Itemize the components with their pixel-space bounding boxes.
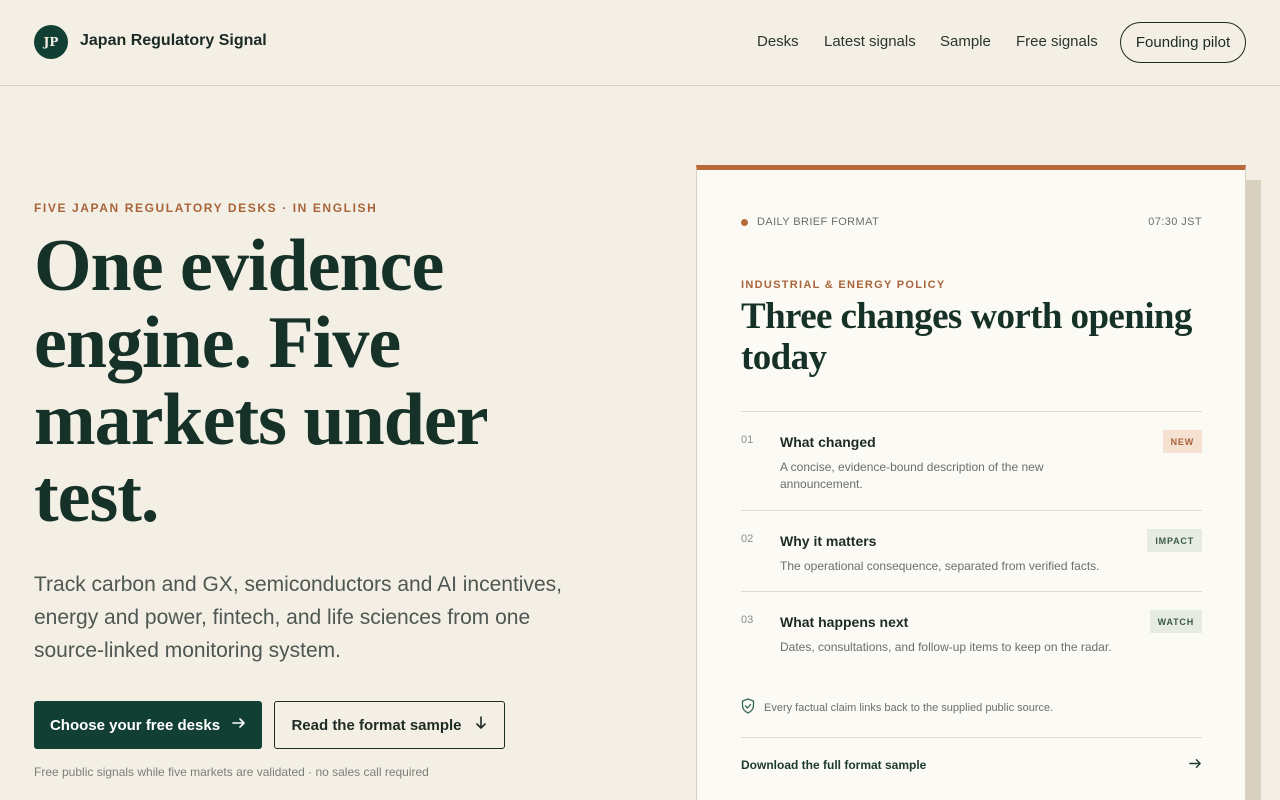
brief-row: 02 Why it matters IMPACT The operational… <box>741 510 1202 591</box>
row-number: 02 <box>741 533 754 545</box>
row-description: Dates, consultations, and follow-up item… <box>780 640 1112 654</box>
status-badge: WATCH <box>1149 610 1202 633</box>
nav-sample[interactable]: Sample <box>940 33 991 50</box>
brief-row: 01 What changed NEW A concise, evidence-… <box>741 411 1202 510</box>
daily-brief-card: DAILY BRIEF FORMAT 07:30 JST INDUSTRIAL … <box>696 165 1246 800</box>
nav-latest-signals[interactable]: Latest signals <box>824 33 916 50</box>
hero-footnote: Free public signals while five markets a… <box>34 765 429 779</box>
card-label-wrap: DAILY BRIEF FORMAT <box>741 216 879 228</box>
card-eyebrow: INDUSTRIAL & ENERGY POLICY <box>741 279 946 291</box>
founding-pilot-button[interactable]: Founding pilot <box>1120 22 1246 63</box>
download-sample-link[interactable]: Download the full format sample <box>741 757 1202 773</box>
status-badge: IMPACT <box>1147 529 1202 552</box>
row-title: What happens next <box>780 614 909 630</box>
arrow-right-icon <box>232 716 246 734</box>
arrow-down-icon <box>474 716 488 734</box>
nav-free-signals[interactable]: Free signals <box>1016 33 1098 50</box>
row-description: A concise, evidence-bound description of… <box>780 460 1044 491</box>
choose-free-desks-label: Choose your free desks <box>49 716 221 734</box>
brief-rows: 01 What changed NEW A concise, evidence-… <box>741 411 1202 672</box>
download-sample-label: Download the full format sample <box>741 758 927 772</box>
card-title: Three changes worth opening today <box>741 296 1192 378</box>
choose-free-desks-button[interactable]: Choose your free desks <box>34 701 262 749</box>
verification-text: Every factual claim links back to the su… <box>764 701 1054 714</box>
card-time: 07:30 JST <box>1148 216 1202 228</box>
hero-subtext: Track carbon and GX, semiconductors and … <box>34 573 562 662</box>
brief-row: 03 What happens next WATCH Dates, consul… <box>741 591 1202 672</box>
brand-name[interactable]: Japan Regulatory Signal <box>80 32 267 50</box>
row-number: 03 <box>741 614 754 626</box>
row-title: What changed <box>780 434 876 450</box>
read-format-sample-button[interactable]: Read the format sample <box>274 701 505 749</box>
status-badge: NEW <box>1162 430 1202 453</box>
card-divider <box>741 737 1202 738</box>
row-title: Why it matters <box>780 533 877 549</box>
nav-desks[interactable]: Desks <box>757 33 799 50</box>
card-topline: DAILY BRIEF FORMAT 07:30 JST <box>741 216 1202 228</box>
site-header: JP Japan Regulatory Signal Desks Latest … <box>0 0 1280 86</box>
card-label: DAILY BRIEF FORMAT <box>757 216 880 228</box>
row-number: 01 <box>741 434 754 446</box>
shield-check-icon <box>741 698 755 717</box>
verification-note: Every factual claim links back to the su… <box>741 698 1053 717</box>
hero-headline: One evidence engine. Five markets under … <box>34 225 487 538</box>
logo-badge[interactable]: JP <box>34 25 68 59</box>
read-format-sample-label: Read the format sample <box>291 716 462 734</box>
row-description: The operational consequence, separated f… <box>780 559 1100 573</box>
status-dot <box>741 218 748 226</box>
hero-eyebrow: FIVE JAPAN REGULATORY DESKS · IN ENGLISH <box>34 201 378 215</box>
arrow-right-icon <box>1189 757 1202 773</box>
